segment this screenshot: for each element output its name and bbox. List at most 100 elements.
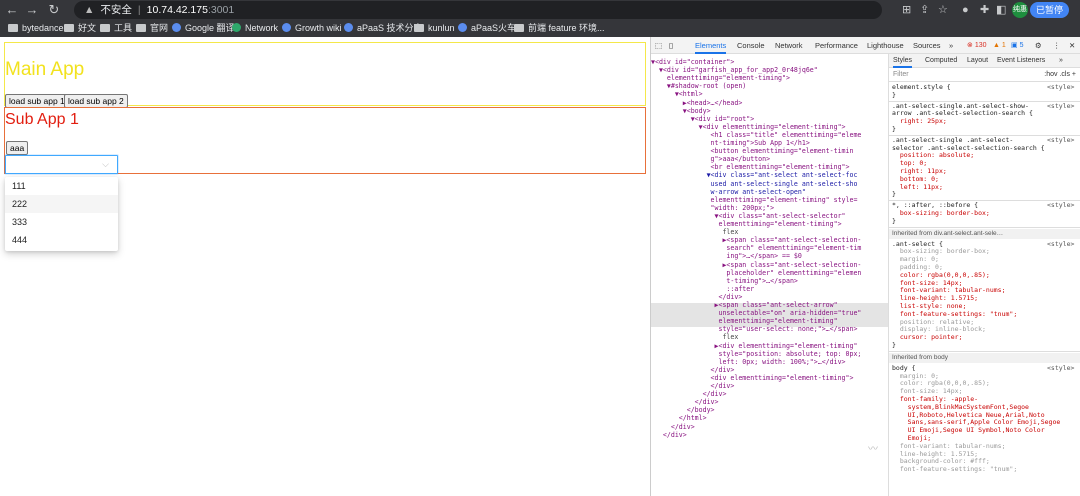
style-source-link[interactable]: <style> xyxy=(1047,83,1080,92)
select-option[interactable]: 333 xyxy=(5,213,118,231)
sidepanel-icon[interactable]: ◧ xyxy=(996,1,1006,19)
bookmark-item[interactable]: 前端 feature 环境... xyxy=(514,20,605,37)
tab-layout[interactable]: Layout xyxy=(967,54,988,68)
css-rule-line[interactable]: font-feature-settings: "tnum"; xyxy=(892,465,1080,474)
tab-sources[interactable]: Sources xyxy=(913,37,941,54)
load-sub-app-1-button[interactable]: load sub app 1 xyxy=(5,94,69,108)
reload-icon[interactable]: ↻ xyxy=(46,2,62,18)
warning-count-badge[interactable]: ▲ 1 xyxy=(991,41,1008,51)
dom-tree-line[interactable]: ing">…</span> == $0 xyxy=(651,252,888,260)
dom-tree-line[interactable]: </div> xyxy=(651,431,888,439)
more-tabs-icon[interactable]: » xyxy=(949,37,953,54)
aaa-button[interactable]: aaa xyxy=(6,141,29,155)
bookmark-item[interactable]: aPaaS火车 xyxy=(458,20,516,37)
tab-network[interactable]: Network xyxy=(775,37,803,54)
dom-tree-line[interactable]: ▼<div elementtiming="element-timing"> xyxy=(651,123,888,131)
css-rule-line[interactable]: } xyxy=(892,191,1080,199)
dom-tree-line[interactable]: </div> xyxy=(651,398,888,406)
dom-tree-line[interactable]: ▶<span class="ant-select-selection- xyxy=(651,236,888,244)
dom-tree-line[interactable]: ▼<div class="ant-select-selector" xyxy=(651,212,888,220)
dom-tree-line[interactable]: ▶<div elementtiming="element-timing" xyxy=(651,342,888,350)
select-option[interactable]: 222 xyxy=(5,195,118,213)
bookmark-item[interactable]: 好文 xyxy=(64,20,96,37)
dom-tree-line[interactable]: <br elementtiming="element-timing"> xyxy=(651,163,888,171)
dom-tree-line[interactable]: used ant-select-single ant-select-sho xyxy=(651,180,888,188)
select-option[interactable]: 111 xyxy=(5,177,118,195)
more-menu-icon[interactable]: ⋮ xyxy=(1053,37,1061,54)
dom-tree-line[interactable]: ▼<div id="garfish_app_for_app2_0r48jq6e" xyxy=(651,66,888,74)
dom-tree-line[interactable]: elementtiming="element-timing"> xyxy=(651,74,888,82)
dom-tree-line[interactable]: ::after xyxy=(651,285,888,293)
dom-tree-line[interactable]: <div elementtiming="element-timing"> xyxy=(651,374,888,382)
dom-tree-line[interactable]: </div> xyxy=(651,423,888,431)
dom-tree-line[interactable]: nt-timing">Sub App 1</h1> xyxy=(651,139,888,147)
bookmark-item[interactable]: Growth wiki xyxy=(282,20,342,37)
bookmark-item[interactable]: 工具 xyxy=(100,20,132,37)
select-option[interactable]: 444 xyxy=(5,231,118,249)
dom-tree-line[interactable]: ▶<head>…</head> xyxy=(651,99,888,107)
address-bar[interactable]: ▲ 不安全 | 10.74.42.175:3001 xyxy=(74,1,882,19)
filter-tools[interactable]: :hov .cls + xyxy=(1044,68,1076,82)
css-rule-line[interactable]: left: 11px; xyxy=(892,183,1080,192)
dom-tree-line[interactable]: elementtiming="element-timing"> xyxy=(651,220,888,228)
gear-icon[interactable]: ⚙ xyxy=(1035,37,1042,54)
css-rule-line[interactable]: box-sizing: border-box; xyxy=(892,209,1080,218)
css-rule-line[interactable]: cursor: pointer; xyxy=(892,333,1080,342)
error-count-badge[interactable]: ⊗ 130 xyxy=(965,41,989,51)
dom-tree-line[interactable]: elementtiming="element-timing" xyxy=(651,317,888,325)
style-source-link[interactable]: <style> xyxy=(1047,136,1080,145)
dom-tree-line[interactable]: </html> xyxy=(651,414,888,422)
dom-tree-line[interactable]: ▼<div id="root"> xyxy=(651,115,888,123)
dom-tree-line[interactable]: elementtiming="element-timing" style= xyxy=(651,196,888,204)
dom-tree-line[interactable]: ▼<html> xyxy=(651,90,888,98)
css-rule-line[interactable]: } xyxy=(892,91,1080,100)
select-input[interactable]: ⌵ xyxy=(5,155,118,174)
profile-status-badge[interactable]: 已暂停 xyxy=(1030,2,1070,18)
css-rule-line[interactable]: } xyxy=(892,217,1080,226)
dom-tree-line[interactable]: </div> xyxy=(651,366,888,374)
dom-tree-line[interactable]: ▼<div id="container"> xyxy=(651,58,888,66)
share-icon[interactable]: ⇪ xyxy=(920,1,929,19)
dom-tree-line[interactable]: ▼<div class="ant-select ant-select-foc xyxy=(651,171,888,179)
bookmark-item[interactable]: bytedance xyxy=(8,20,64,37)
style-source-link[interactable]: <style> xyxy=(1047,240,1080,249)
dom-tree-line[interactable]: flex xyxy=(651,228,888,236)
dom-tree-line[interactable]: </div> xyxy=(651,382,888,390)
load-sub-app-2-button[interactable]: load sub app 2 xyxy=(64,94,128,108)
forward-icon[interactable]: → xyxy=(24,2,40,17)
dom-tree-line[interactable]: left: 0px; width: 100%;">…</div> xyxy=(651,358,888,366)
dom-tree-line[interactable]: </div> xyxy=(651,293,888,301)
dom-tree-line[interactable]: flex xyxy=(651,333,888,341)
bookmark-item[interactable]: Google 翻译 xyxy=(172,20,235,37)
dom-tree-line[interactable]: ▶<span class="ant-select-arrow" xyxy=(651,301,888,309)
tab-performance[interactable]: Performance xyxy=(815,37,858,54)
device-icon[interactable]: ▯ xyxy=(669,37,673,54)
tab-computed[interactable]: Computed xyxy=(925,54,957,68)
tab-elements[interactable]: Elements xyxy=(695,37,727,54)
dom-tree-line[interactable]: "width: 200px;"> xyxy=(651,204,888,212)
css-rule-line[interactable]: } xyxy=(892,125,1080,134)
bookmark-item[interactable]: Network xyxy=(232,20,278,37)
bookmark-item[interactable]: kunlun xyxy=(414,20,455,37)
dom-tree-line[interactable]: </div> xyxy=(651,390,888,398)
css-rule-line[interactable]: right: 25px; xyxy=(892,117,1080,126)
puzzle-icon[interactable]: ✚ xyxy=(980,1,989,19)
style-source-link[interactable]: <style> xyxy=(1047,102,1080,111)
dom-tree-line[interactable]: <button elementtiming="element-timin xyxy=(651,147,888,155)
dom-tree-line[interactable]: search" elementtiming="element-tim xyxy=(651,244,888,252)
info-count-badge[interactable]: ▣ 5 xyxy=(1009,41,1025,51)
translate-icon[interactable]: ⊞ xyxy=(902,1,911,19)
dom-tree-line[interactable]: </body> xyxy=(651,406,888,414)
bookmark-star-icon[interactable]: ☆ xyxy=(938,1,948,19)
dom-tree-line[interactable]: style="position: absolute; top: 0px; xyxy=(651,350,888,358)
dom-tree-line[interactable]: ▶<span class="ant-select-selection- xyxy=(651,261,888,269)
tab-lighthouse[interactable]: Lighthouse xyxy=(867,37,904,54)
inspect-icon[interactable]: ⬚ xyxy=(655,37,662,54)
dom-tree-line[interactable]: placeholder" elementtiming="elemen xyxy=(651,269,888,277)
dom-tree-line[interactable]: <h1 class="title" elementtiming="eleme xyxy=(651,131,888,139)
dom-tree-line[interactable]: t-timing">…</span> xyxy=(651,277,888,285)
bookmark-item[interactable]: 官网 xyxy=(136,20,168,37)
close-icon[interactable]: ✕ xyxy=(1069,37,1075,54)
dom-tree-line[interactable]: ▼#shadow-root (open) xyxy=(651,82,888,90)
more-style-tabs-icon[interactable]: » xyxy=(1059,54,1063,68)
